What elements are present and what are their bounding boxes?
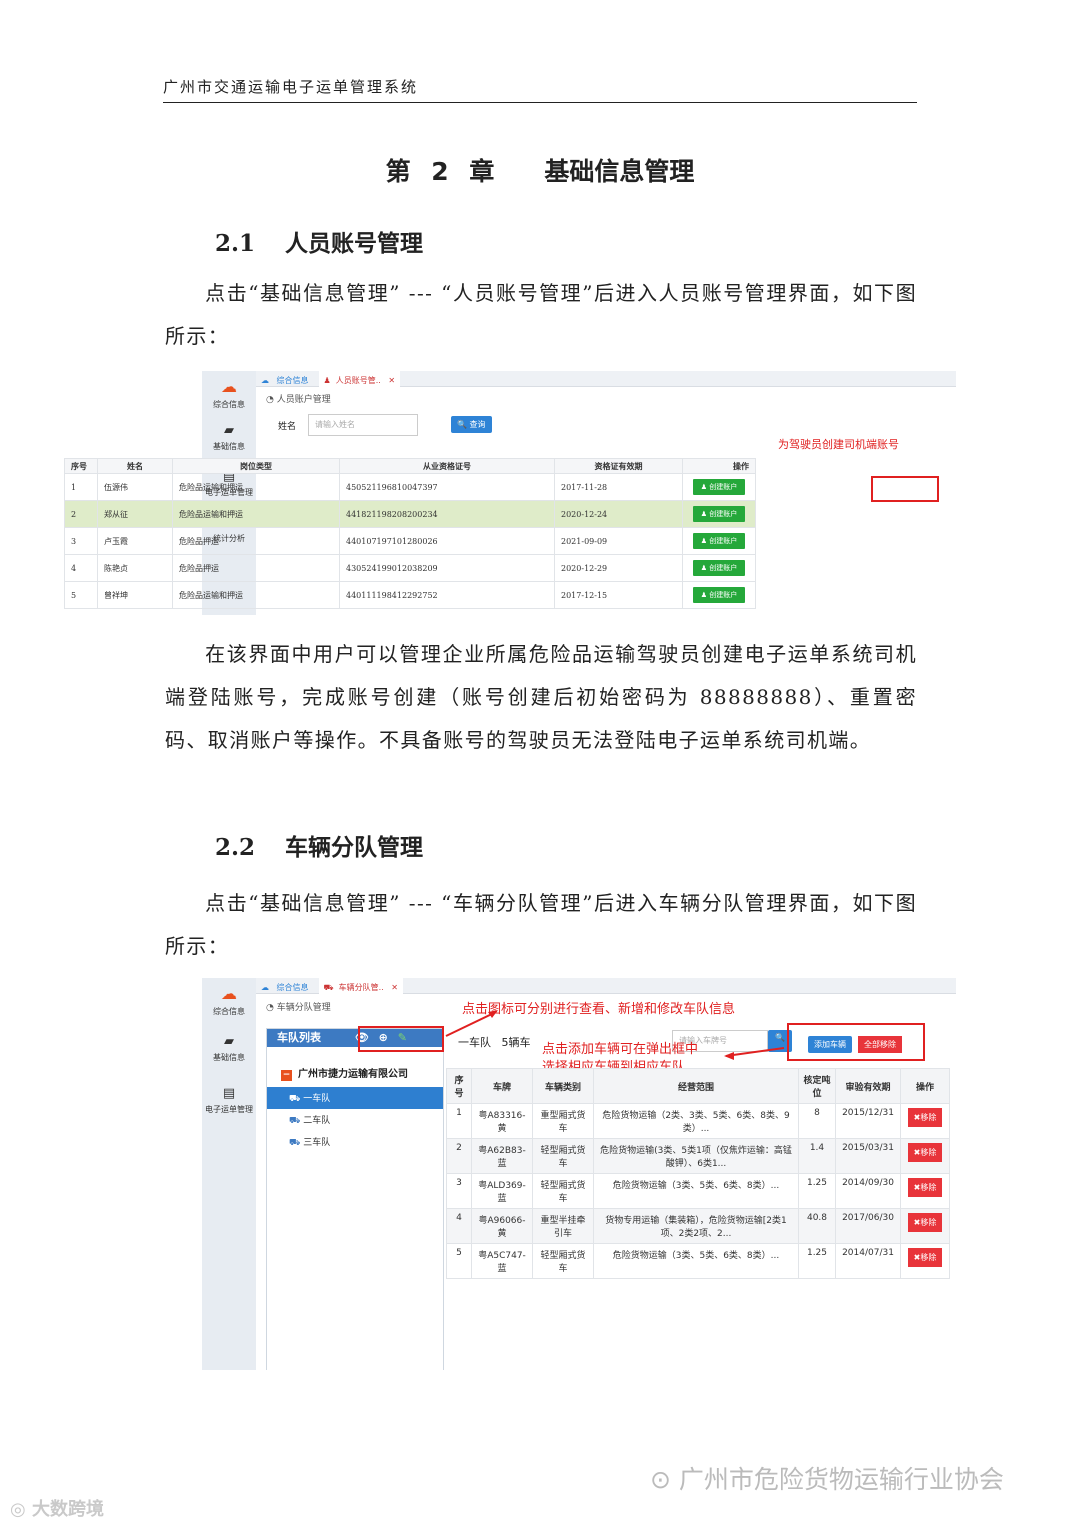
chapter-number: 第 2 章 — [385, 157, 501, 186]
table-row[interactable]: 4 陈艳贞 危险品押运 430524199012038209 2020-12-29 ♟ … — [64, 554, 756, 582]
company-node[interactable]: − 广州市捷力运输有限公司 — [267, 1047, 443, 1087]
remove-button[interactable]: ✖移除 — [907, 1143, 943, 1162]
annotation-icons: 点击图标可分别进行查看、新增和修改车队信息 — [462, 1002, 736, 1017]
table-row[interactable]: 1 粤A83316-黄 重型厢式货车 危险货物运输（2类、3类、5类、6类、8类、9类… — [446, 1103, 950, 1139]
tab-fleet[interactable]: ⛟ 车辆分队管.. ✕ — [318, 978, 403, 997]
nav-waybill[interactable]: ▤ 电子运单管理 — [202, 1086, 256, 1115]
nav-basic-info[interactable]: ▰ 基础信息 — [202, 1034, 256, 1063]
table-header: 序号 车牌 车辆类别 经营范围 核定吨位 审验有效期 操作 — [446, 1068, 950, 1104]
section-2-2-heading: 2.2 车辆分队管理 — [215, 828, 423, 862]
section-number: 2.1 — [215, 230, 256, 257]
chapter-title: 第 2 章 基础信息管理 — [0, 152, 1080, 188]
collapse-icon[interactable]: − — [281, 1070, 292, 1081]
table-row[interactable]: 3 卢玉霞 危险品押运 440107197101280026 2021-09-09 ♟ … — [64, 527, 756, 555]
annotation-create-account: 为驾驶员创建司机端账号 — [778, 438, 899, 451]
remove-button[interactable]: ✖移除 — [907, 1213, 943, 1232]
page-header: 广州市交通运输电子运单管理系统 — [163, 76, 917, 103]
paragraph-2-text: 在该界面中用户可以管理企业所属危险品运输驾驶员创建电子运单系统司机端登陆账号，完… — [165, 642, 917, 752]
create-account-button[interactable]: ♟ 创建账户 — [692, 560, 746, 576]
remove-button[interactable]: ✖移除 — [907, 1178, 943, 1197]
create-account-button[interactable]: ♟ 创建账户 — [692, 533, 746, 549]
section-title: 车辆分队管理 — [285, 835, 424, 861]
search-icon: 🔍 — [775, 1033, 785, 1042]
section-title: 人员账号管理 — [285, 231, 424, 257]
arrow-icon — [724, 1047, 785, 1060]
annotation-add-line1: 点击添加车辆可在弹出框中 — [542, 1042, 699, 1057]
fleet-list-panel: 车队列表 👁 ⊕ ✎ − 广州市捷力运输有限公司 ⛟ 一车队 ⛟ 二车队 ⛟ 三车… — [266, 1028, 444, 1370]
watermark: ◎ 大数跨境 — [10, 1499, 104, 1520]
tab-accounts[interactable]: ♟ 人员账号管.. ✕ — [318, 371, 401, 390]
remove-button[interactable]: ✖移除 — [907, 1108, 943, 1127]
highlight-box-add — [787, 1023, 925, 1061]
nav-overview[interactable]: ☁ 综合信息 — [202, 377, 256, 410]
table-row[interactable]: 2 粤A62B83-蓝 轻型厢式货车 危险货物运输(3类、5类1项（仅焦炸运输：高锰酸… — [446, 1138, 950, 1174]
team-item[interactable]: ⛟ 二车队 — [267, 1109, 443, 1131]
footer-association: ⊙ 广州市危险货物运输行业协会 — [650, 1465, 1004, 1494]
section-2-1-heading: 2.1 人员账号管理 — [215, 224, 423, 258]
chapter-name: 基础信息管理 — [544, 157, 695, 186]
highlight-box-icons — [358, 1026, 444, 1052]
book-icon: ▰ — [224, 1034, 234, 1049]
personnel-table: 序号 姓名 岗位类型 从业资格证号 资格证有效期 操作 1 伍源伟 危险品运输和押运… — [64, 458, 756, 609]
wechat-icon: ⊙ — [650, 1465, 679, 1494]
name-input[interactable]: 请输入姓名 — [308, 414, 418, 436]
paragraph-1: 点击“基础信息管理” --- “人员账号管理”后进入人员账号管理界面，如下图所示… — [165, 272, 917, 358]
arrow-icon — [445, 1010, 498, 1037]
table-row[interactable]: 3 粤ALD369-蓝 轻型厢式货车 危险货物运输（3类、5类、6类、8类）... 1.… — [446, 1173, 950, 1209]
paragraph-2: 在该界面中用户可以管理企业所属危险品运输驾驶员创建电子运单系统司机端登陆账号，完… — [165, 633, 917, 762]
table-header: 序号 姓名 岗位类型 从业资格证号 资格证有效期 操作 — [64, 458, 756, 474]
create-account-button[interactable]: ♟ 创建账户 — [692, 479, 746, 495]
side-nav: ☁ 综合信息 ▰ 基础信息 ▤ 电子运单管理 — [202, 978, 256, 1370]
truck-icon: ⛟ — [289, 1138, 304, 1148]
table-row[interactable]: 4 粤A96066-黄 重型半挂牵引车 货物专用运输（集装箱），危险货物运输[2类1项… — [446, 1208, 950, 1244]
table-row[interactable]: 5 粤A5C747-蓝 轻型厢式货车 危险货物运输（3类、5类、6类、8类）... 1.… — [446, 1243, 950, 1279]
cloud-icon: ☁ — [221, 377, 237, 396]
name-label: 姓名 — [278, 422, 297, 432]
truck-icon: ⛟ — [289, 1116, 304, 1126]
table-row[interactable]: 5 曾祥坤 危险品运输和押运 440111198412292752 2017-12-15… — [64, 581, 756, 609]
tab-bar: ☁ 综合信息 ♟ 人员账号管.. ✕ — [256, 371, 956, 390]
remove-button[interactable]: ✖移除 — [907, 1248, 943, 1267]
table-row[interactable]: 2 郑从征 危险品运输和押运 441821198208200234 2020-12-24… — [64, 500, 756, 528]
nav-basic-info[interactable]: ▰ 基础信息 — [202, 423, 256, 452]
vehicle-table: 序号 车牌 车辆类别 经营范围 核定吨位 审验有效期 操作 1 粤A83316-黄… — [446, 1068, 950, 1279]
team-item[interactable]: ⛟ 一车队 — [267, 1087, 443, 1109]
cloud-icon: ☁ — [221, 984, 237, 1003]
file-icon: ▤ — [222, 1086, 236, 1101]
screenshot-fleet-management: ☁ 综合信息 ▰ 基础信息 ▤ 电子运单管理 ☁ 综合信息 ⛟ 车辆分队管.. ✕ ◔ 车… — [202, 978, 956, 1370]
highlight-box — [871, 476, 939, 502]
paragraph-3-text: 点击“基础信息管理” --- “车辆分队管理”后进入车辆分队管理界面，如下图所示… — [165, 891, 917, 958]
table-row[interactable]: 1 伍源伟 危险品运输和押运 450521196810047397 2017-11-28… — [64, 473, 756, 501]
create-account-button[interactable]: ♟ 创建账户 — [692, 587, 746, 603]
query-button[interactable]: 🔍 查询 — [451, 416, 492, 433]
tab-bar: ☁ 综合信息 ⛟ 车辆分队管.. ✕ — [256, 978, 956, 997]
truck-icon: ⛟ — [289, 1094, 304, 1104]
section-number: 2.2 — [215, 834, 256, 861]
breadcrumb: ◔ 车辆分队管理 — [266, 1003, 331, 1013]
tab-overview[interactable]: ☁ 综合信息 — [256, 371, 319, 390]
nav-overview[interactable]: ☁ 综合信息 — [202, 984, 256, 1017]
breadcrumb: ◔ 人员账户管理 — [266, 395, 331, 405]
paragraph-1-text: 点击“基础信息管理” --- “人员账号管理”后进入人员账号管理界面，如下图所示… — [165, 281, 917, 348]
create-account-button[interactable]: ♟ 创建账户 — [692, 506, 746, 522]
book-icon: ▰ — [224, 423, 234, 438]
watermark-icon: ◎ — [10, 1499, 32, 1520]
team-item[interactable]: ⛟ 三车队 — [267, 1131, 443, 1153]
paragraph-3: 点击“基础信息管理” --- “车辆分队管理”后进入车辆分队管理界面，如下图所示… — [165, 882, 917, 968]
tab-overview[interactable]: ☁ 综合信息 — [256, 978, 319, 997]
